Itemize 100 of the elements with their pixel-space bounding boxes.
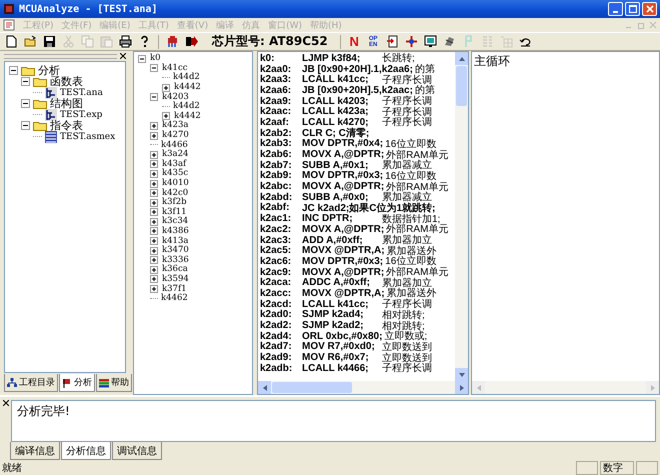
collapse-toggle[interactable] [150,93,159,102]
code-address: k2ad2: [260,320,293,332]
tree-item[interactable]: TEST.exp [60,110,102,120]
close-button[interactable] [642,2,657,16]
expand-toggle[interactable] [150,227,159,236]
collapse-toggle[interactable] [9,66,18,75]
code-comment: 累加器加立 [382,234,432,246]
tree-item[interactable]: k435c [162,169,188,178]
panel-tab[interactable]: 工程目录 [4,374,58,392]
code-instruction: LCALL k41cc; [302,298,370,310]
close-icon[interactable] [3,400,9,406]
horizontal-scrollbar[interactable] [258,381,468,394]
tree-item[interactable]: k43af [162,160,186,169]
code-address: k2ad7: [260,341,293,352]
code-comment: 累加器减立 [382,160,432,172]
panel-tab[interactable]: 帮助 [96,374,132,392]
tree-item[interactable]: k0 [150,54,161,64]
up-arrow-icon[interactable] [458,56,464,60]
tree-item[interactable]: k3a24 [162,150,188,160]
expand-toggle[interactable] [150,266,159,274]
tree-item[interactable]: TEST.asmex [60,132,116,142]
panel-tab[interactable]: 分析 [59,374,95,392]
expand-toggle[interactable] [162,112,171,120]
collapse-toggle[interactable] [21,99,30,108]
tree-item[interactable]: k42c0 [162,188,188,198]
tree-item[interactable]: k4462 [161,294,188,304]
tree-item[interactable]: k4203 [162,92,189,102]
tree-item[interactable]: k4442 [174,83,201,92]
code-address: k2ad4: [260,330,293,342]
expand-toggle[interactable] [150,256,159,264]
tree-item[interactable]: k44d2 [173,102,200,112]
tree-item[interactable]: k36ca [162,265,188,274]
tree-item[interactable]: k3594 [162,274,189,284]
maximize-button[interactable] [625,2,640,16]
code-address: k0: [260,52,276,64]
minimize-button[interactable] [608,2,623,16]
expand-toggle[interactable] [150,208,159,216]
expand-toggle[interactable] [150,237,159,246]
expand-toggle[interactable] [150,122,159,130]
code-comment: 的第 [414,84,435,96]
right-arrow-icon[interactable] [460,384,464,390]
tree-item[interactable]: k41cc [162,64,188,73]
code-address: k2ab9: [260,170,293,182]
save-icon[interactable] [41,34,58,50]
left-arrow-icon[interactable] [262,384,266,390]
tree-item[interactable]: k3f2b [162,198,187,208]
collapse-toggle[interactable] [21,121,30,130]
tree-item[interactable]: k423a [162,121,188,130]
n-button[interactable]: N [346,34,363,50]
collapse-toggle[interactable] [21,77,30,86]
collapse-toggle[interactable] [150,64,159,72]
tree-item[interactable]: k3f11 [162,208,187,217]
code-instruction: MOV DPTR,#0x3; [302,256,384,267]
tree-item[interactable]: k4270 [162,131,189,140]
expand-toggle[interactable] [150,275,159,284]
code-address: k2ac9: [260,266,292,278]
expand-toggle[interactable] [150,198,159,207]
collapse-toggle[interactable] [138,54,147,63]
diagram-file-icon [45,108,57,120]
tree-item[interactable]: TEST.ana [60,88,103,98]
code-instruction: SUBB A,#0x1; [302,160,370,171]
expand-toggle[interactable] [150,150,159,159]
expand-toggle[interactable] [150,246,159,255]
code-comment: 16位立即数 [385,256,436,268]
print-icon[interactable] [117,34,134,50]
expand-toggle[interactable] [150,170,159,178]
tree-item[interactable]: 函数表 [50,74,83,89]
run-icon[interactable] [183,34,200,50]
expand-toggle[interactable] [150,218,159,226]
scrollbar-thumb[interactable] [272,382,352,393]
tree-item[interactable]: k4010 [162,179,189,188]
tree-item[interactable]: 指令表 [50,118,83,133]
vertical-scrollbar[interactable] [455,52,468,381]
tree-item[interactable]: k413a [162,236,188,246]
expand-toggle[interactable] [150,160,159,168]
tree-item[interactable]: k3470 [162,246,189,256]
expand-toggle[interactable] [150,132,159,140]
tree-item[interactable]: k4386 [162,226,189,236]
expand-toggle[interactable] [150,189,159,198]
tree-item[interactable]: k4466 [161,140,188,150]
output-tab[interactable]: 编译信息 [10,442,60,460]
down-arrow-icon[interactable] [458,372,464,376]
tree-item[interactable]: k3336 [162,256,189,265]
expand-toggle[interactable] [150,285,159,294]
close-icon[interactable] [120,53,126,59]
tree-item[interactable]: k37f1 [162,284,187,294]
tree-item[interactable]: k4442 [174,112,201,121]
tree-item[interactable]: 结构图 [50,96,83,111]
tree-item[interactable]: k44d2 [173,73,200,82]
monitor-icon[interactable] [422,34,439,50]
tree-item[interactable]: k3c34 [162,217,188,226]
output-tab[interactable]: 分析信息 [61,442,111,460]
code-address: k2aa9: [260,96,292,107]
expand-toggle[interactable] [162,84,171,92]
expand-toggle[interactable] [150,180,159,188]
flag-icon [62,378,72,388]
scrollbar-thumb[interactable] [456,66,467,106]
output-tab[interactable]: 调试信息 [112,442,162,460]
status-panel [576,461,598,475]
code-instruction: SJMP k2ad2; [302,320,365,332]
